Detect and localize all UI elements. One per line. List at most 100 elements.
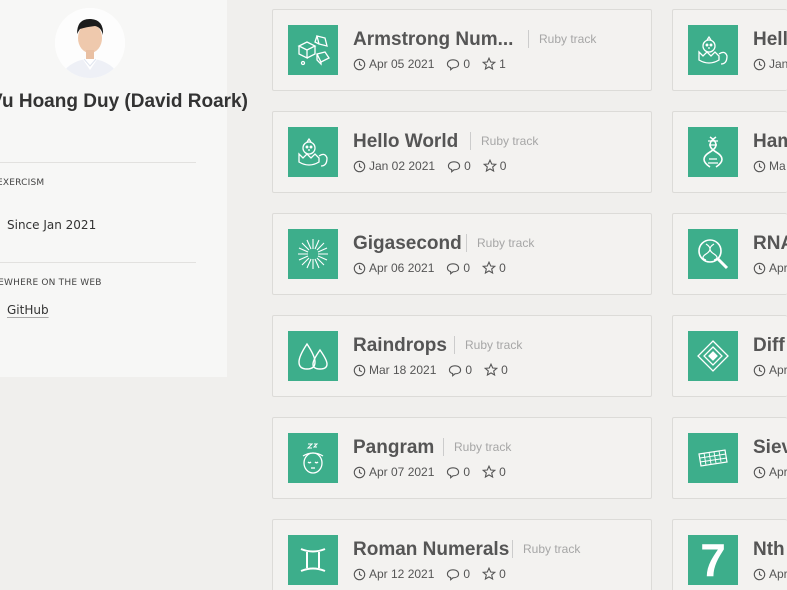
profile-name: Vu Hoang Duy (David Roark) xyxy=(0,91,248,112)
date: Mar 18 2021 xyxy=(369,363,437,377)
github-link[interactable]: GitHub xyxy=(7,303,49,317)
hatching-chick-icon xyxy=(688,25,738,75)
hatching-chick-icon xyxy=(288,127,338,177)
section-label-web: SOMEWHERE ON THE WEB xyxy=(0,278,102,288)
profile-sidebar: Vu Hoang Duy (David Roark) EXERCISM Sinc… xyxy=(0,0,248,377)
comment-count: 0 xyxy=(464,159,471,173)
comment-icon xyxy=(447,568,460,581)
exercise-title[interactable]: Nth xyxy=(753,539,785,561)
clock-icon xyxy=(753,58,766,70)
date: Apr xyxy=(769,261,787,275)
date: Apr xyxy=(769,465,787,479)
clock-icon xyxy=(353,160,366,172)
star-count: 0 xyxy=(499,159,507,173)
avatar xyxy=(55,8,125,78)
clock-icon xyxy=(753,262,766,274)
card-meta: Apr xyxy=(753,363,787,377)
exercise-title[interactable]: Gigasecond xyxy=(353,233,462,255)
solution-card[interactable]: RNA Apr xyxy=(672,213,787,295)
member-since: Since Jan 2021 xyxy=(7,218,97,232)
clock-icon xyxy=(753,160,766,172)
clock-icon xyxy=(353,262,366,274)
exercise-title[interactable]: Diff xyxy=(753,335,785,357)
card-meta: Mar 18 2021 0 0 xyxy=(353,363,520,377)
solution-card[interactable]: Hell Jan xyxy=(672,9,787,91)
card-meta: Apr xyxy=(753,465,787,479)
exercise-title[interactable]: Raindrops xyxy=(353,335,447,357)
seven-glyph: 7 xyxy=(700,534,726,586)
date: Apr xyxy=(769,567,787,581)
exercise-title[interactable]: Hell xyxy=(753,29,787,51)
card-meta: Apr 05 2021 0 1 xyxy=(353,57,518,71)
star-count: 1 xyxy=(499,57,506,71)
card-meta: Apr 06 2021 0 0 xyxy=(353,261,518,275)
star-count: 0 xyxy=(499,465,506,479)
date: Apr 05 2021 xyxy=(369,57,435,71)
dna-magnifier-icon xyxy=(688,229,738,279)
exercise-title[interactable]: RNA xyxy=(753,233,787,255)
star-icon xyxy=(482,465,497,479)
solution-card[interactable]: Diff Apr xyxy=(672,315,787,397)
comment-count: 0 xyxy=(463,261,471,275)
star-icon xyxy=(484,363,499,377)
comment-count: 0 xyxy=(463,465,471,479)
exercise-title[interactable]: Armstrong Num... xyxy=(353,29,513,51)
card-meta: Apr 07 2021 0 0 xyxy=(353,465,518,479)
clock-icon xyxy=(753,466,766,478)
date: Apr 06 2021 xyxy=(369,261,435,275)
solution-card[interactable]: Ham Ma xyxy=(672,111,787,193)
date: Apr 07 2021 xyxy=(369,465,435,479)
date: Ma xyxy=(769,159,786,173)
clock-icon xyxy=(353,58,366,70)
solution-card[interactable]: Hello World Ruby track Jan 02 2021 0 0 xyxy=(272,111,652,193)
clock-icon xyxy=(353,568,366,580)
firework-icon xyxy=(288,229,338,279)
star-count: 0 xyxy=(501,363,508,377)
solution-card[interactable]: 7 Nth Apr xyxy=(672,519,787,590)
comment-icon xyxy=(447,58,460,71)
comment-count: 0 xyxy=(465,363,473,377)
divider xyxy=(0,162,196,163)
exercise-title[interactable]: Siev xyxy=(753,437,787,459)
track-badge: Ruby track xyxy=(454,336,522,354)
exercise-title[interactable]: Pangram xyxy=(353,437,434,459)
droplets-icon xyxy=(288,331,338,381)
solution-card[interactable]: Roman Numerals Ruby track Apr 12 2021 0 … xyxy=(272,519,652,590)
solution-card[interactable]: Pangram Ruby track Apr 07 2021 0 0 xyxy=(272,417,652,499)
sleeping-face-icon xyxy=(288,433,338,483)
track-badge: Ruby track xyxy=(528,30,596,48)
exercise-title[interactable]: Roman Numerals xyxy=(353,539,509,561)
date: Apr xyxy=(769,363,787,377)
solution-card[interactable]: Siev Apr xyxy=(672,417,787,499)
card-meta: Ma xyxy=(753,159,787,173)
exercise-title[interactable]: Hello World xyxy=(353,131,458,153)
date: Jan xyxy=(769,57,787,71)
gemini-icon xyxy=(288,535,338,585)
sieve-icon xyxy=(688,433,738,483)
star-count: 0 xyxy=(499,261,506,275)
card-meta: Jan xyxy=(753,57,787,71)
exercise-title[interactable]: Ham xyxy=(753,131,787,153)
card-meta: Apr xyxy=(753,261,787,275)
comment-count: 0 xyxy=(463,567,471,581)
date: Apr 12 2021 xyxy=(369,567,435,581)
date: Jan 02 2021 xyxy=(369,159,436,173)
seven-icon: 7 xyxy=(688,535,738,585)
solution-card[interactable]: Gigasecond Ruby track Apr 06 2021 0 0 xyxy=(272,213,652,295)
track-badge: Ruby track xyxy=(466,234,534,252)
clock-icon xyxy=(753,364,766,376)
card-meta: Apr 12 2021 0 0 xyxy=(353,567,518,581)
card-meta: Jan 02 2021 0 0 xyxy=(353,159,518,173)
track-badge: Ruby track xyxy=(512,540,580,558)
comment-icon xyxy=(447,262,460,275)
star-count: 0 xyxy=(499,567,506,581)
comment-icon xyxy=(447,466,460,479)
dna-icon xyxy=(688,127,738,177)
star-icon xyxy=(482,159,497,173)
star-icon xyxy=(482,57,497,71)
clock-icon xyxy=(753,568,766,580)
solution-card[interactable]: Armstrong Num... Ruby track Apr 05 2021 … xyxy=(272,9,652,91)
comment-count: 0 xyxy=(463,57,471,71)
solution-card[interactable]: Raindrops Ruby track Mar 18 2021 0 0 xyxy=(272,315,652,397)
dice-icon xyxy=(288,25,338,75)
